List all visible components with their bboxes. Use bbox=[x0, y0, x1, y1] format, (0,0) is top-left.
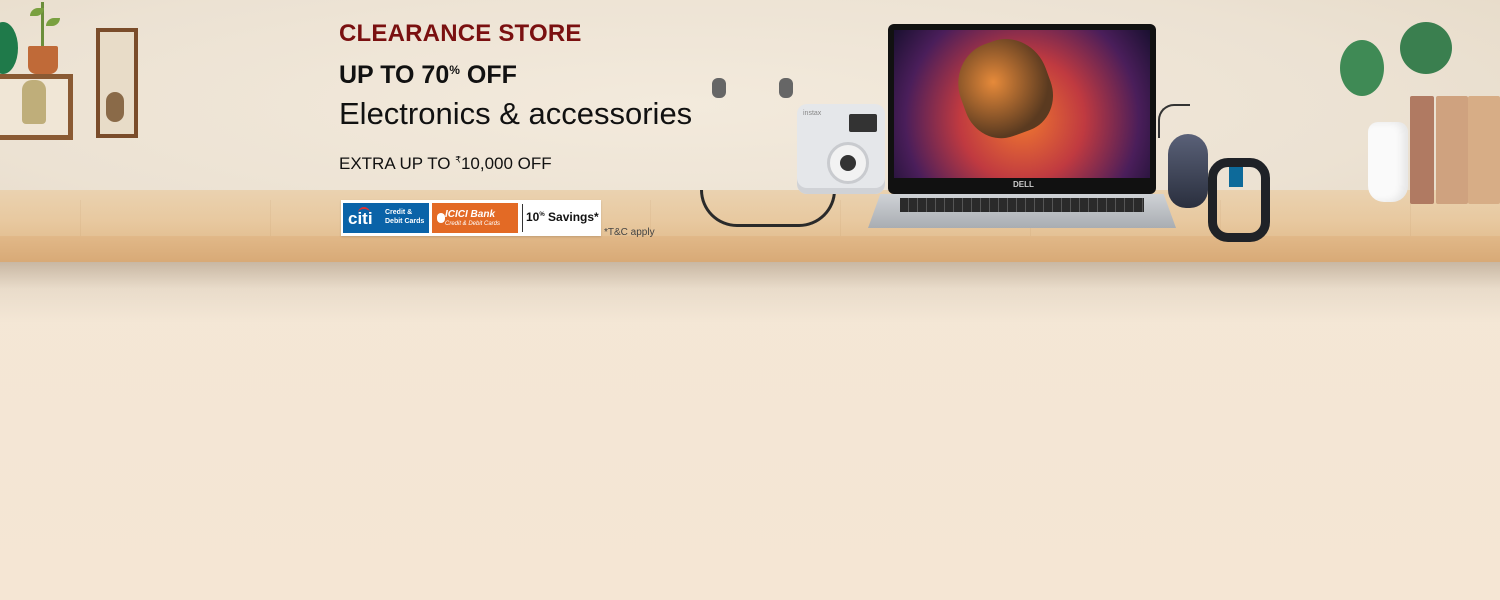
fitness-band-icon bbox=[1208, 158, 1270, 242]
mouse-cable bbox=[1158, 104, 1190, 138]
book-decor bbox=[1436, 96, 1468, 204]
citi-bank-logo: citi Credit & Debit Cards bbox=[343, 203, 429, 233]
neckband-cable bbox=[700, 190, 836, 227]
bank-offers-strip: citi Credit & Debit Cards ICICI Bank Cre… bbox=[341, 200, 601, 236]
mouse-icon bbox=[1168, 134, 1208, 208]
extra-offer-text: EXTRA UP TO ₹10,000 OFF bbox=[339, 154, 552, 174]
vase-decor bbox=[1368, 122, 1408, 202]
icici-mark-icon bbox=[437, 213, 445, 223]
book-decor bbox=[1468, 96, 1500, 204]
plant-pot-decor bbox=[28, 46, 58, 74]
savings-label: 10% Savings* bbox=[526, 210, 599, 224]
headline-percent: % bbox=[449, 63, 460, 77]
discount-headline: UP TO 70% OFF bbox=[339, 61, 517, 90]
banner-title: CLEARANCE STORE bbox=[339, 20, 582, 47]
terms-apply-text: *T&C apply bbox=[604, 227, 655, 238]
headphones-icon bbox=[712, 78, 726, 98]
book-decor bbox=[1410, 96, 1434, 204]
headline-prefix: UP TO 70 bbox=[339, 61, 450, 89]
headphones-earbud-right bbox=[779, 78, 793, 98]
shelf-shadow bbox=[0, 262, 1500, 322]
laptop-logo: DELL bbox=[1013, 180, 1034, 189]
camera-lens bbox=[827, 142, 869, 184]
savings-number: 10 bbox=[526, 210, 540, 224]
extra-prefix: EXTRA UP TO bbox=[339, 154, 456, 173]
headline-suffix: OFF bbox=[459, 61, 517, 89]
plant-leaf-icon bbox=[1340, 40, 1384, 96]
elephant-figurine-decor bbox=[22, 80, 46, 124]
extra-amount: 10,000 OFF bbox=[460, 154, 552, 173]
icici-wordmark: ICICI Bank bbox=[445, 209, 496, 220]
offers-divider bbox=[522, 204, 523, 232]
clearance-store-banner[interactable]: CLEARANCE STORE UP TO 70% OFF Electronic… bbox=[0, 0, 1500, 600]
plant-leaf-icon bbox=[1400, 22, 1452, 74]
camera-icon: instax bbox=[797, 104, 885, 194]
icici-cards-label: Credit & Debit Cards bbox=[445, 221, 501, 227]
camera-label: instax bbox=[803, 110, 822, 117]
citi-wordmark: citi bbox=[348, 209, 373, 228]
savings-text: Savings* bbox=[544, 210, 599, 224]
laptop-keyboard bbox=[900, 198, 1144, 212]
camera-flash bbox=[849, 114, 877, 132]
pinecone-decor bbox=[106, 92, 124, 122]
icici-bank-logo: ICICI Bank Credit & Debit Cards bbox=[432, 203, 518, 233]
category-subtitle: Electronics & accessories bbox=[339, 96, 693, 131]
shelf-front bbox=[0, 236, 1500, 262]
fitness-band-display bbox=[1229, 167, 1243, 187]
citi-cards-label: Credit & Debit Cards bbox=[385, 209, 425, 225]
